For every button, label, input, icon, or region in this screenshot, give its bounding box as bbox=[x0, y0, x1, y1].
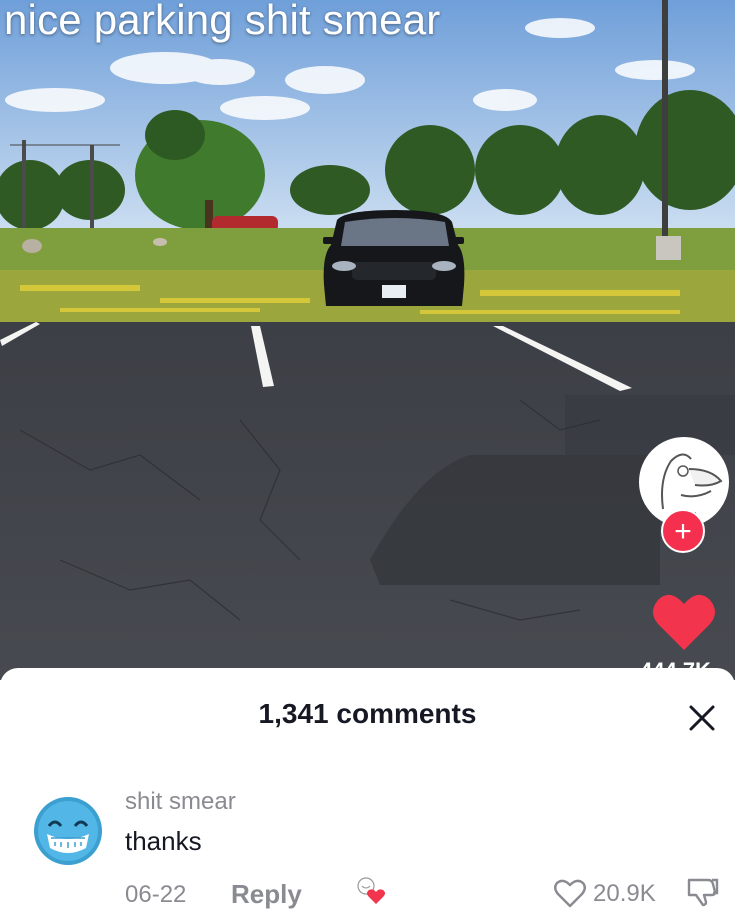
comment-like-button[interactable] bbox=[553, 878, 587, 908]
like-button[interactable] bbox=[652, 592, 716, 652]
comment-text: thanks bbox=[125, 826, 202, 856]
video-caption: nice parking shit smear bbox=[4, 0, 441, 43]
smiley-avatar-icon bbox=[34, 797, 102, 865]
creator-avatar-group[interactable]: + bbox=[639, 437, 729, 553]
plus-icon: + bbox=[674, 515, 692, 548]
comment-date: 06-22 bbox=[125, 881, 187, 908]
video-frame[interactable]: nice parking shit smear + 444.7K bbox=[0, 0, 735, 680]
thumbs-down-icon bbox=[687, 878, 719, 907]
commenter-avatar[interactable] bbox=[33, 796, 103, 866]
commenter-username[interactable]: shit smear bbox=[125, 788, 236, 816]
close-button[interactable] bbox=[686, 702, 718, 734]
comments-sheet: 1,341 comments shit smear thanks 06-22 R… bbox=[0, 668, 735, 909]
close-icon bbox=[689, 705, 715, 731]
video-frame-image bbox=[0, 0, 735, 680]
creator-liked-icon bbox=[354, 876, 388, 906]
comments-count-title: 1,341 comments bbox=[258, 698, 477, 729]
comment-like-count: 20.9K bbox=[593, 880, 656, 907]
dislike-button[interactable] bbox=[686, 876, 720, 908]
heart-outline-icon bbox=[554, 879, 586, 908]
reply-button[interactable]: Reply bbox=[231, 879, 302, 910]
follow-button[interactable]: + bbox=[661, 509, 705, 553]
heart-icon bbox=[653, 594, 715, 650]
